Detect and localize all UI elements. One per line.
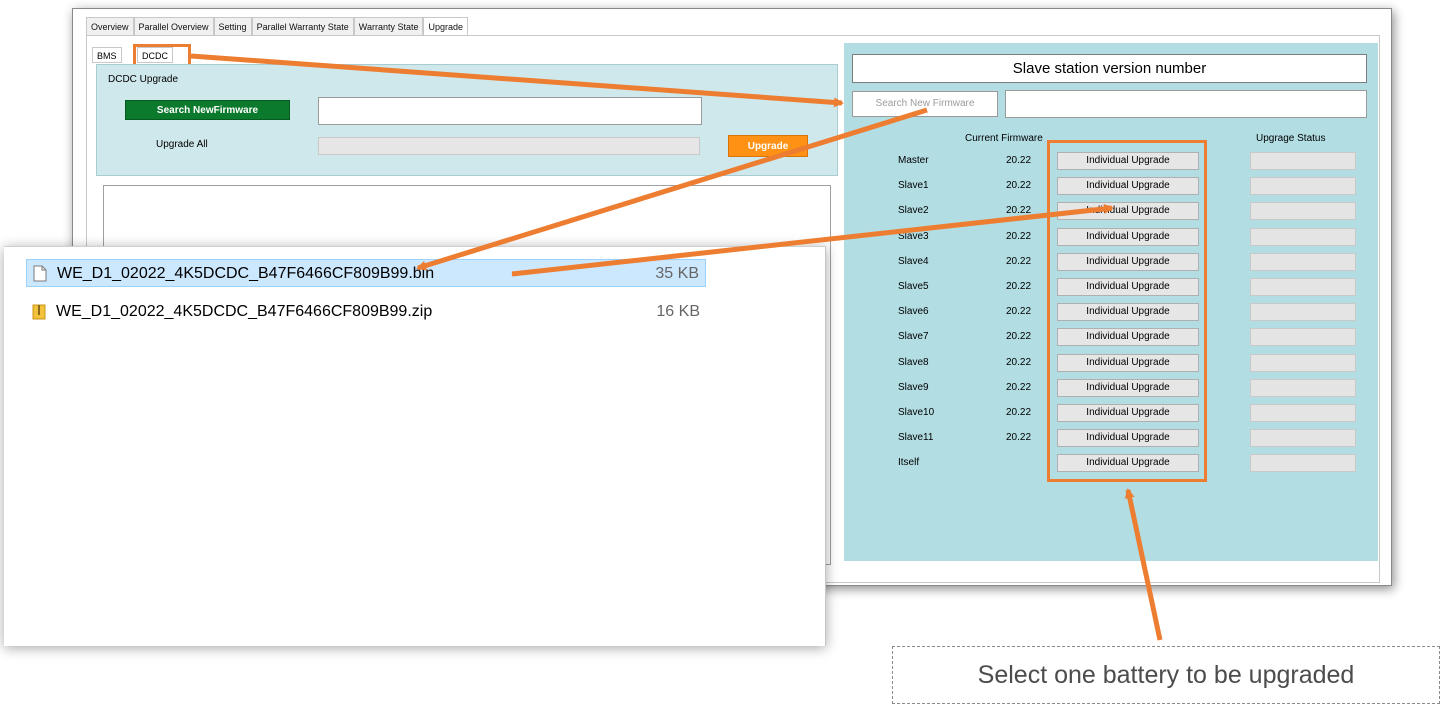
row-version: 20.22 xyxy=(1006,155,1032,166)
tab-parallel-warranty-state[interactable]: Parallel Warranty State xyxy=(251,17,354,36)
upgrade-status-box xyxy=(1250,253,1356,271)
tab-warranty-state[interactable]: Warranty State xyxy=(353,17,424,36)
file-row-bin[interactable]: WE_D1_02022_4K5DCDC_B47F6466CF809B99.bin… xyxy=(26,259,706,287)
upgrade-all-label: Upgrade All xyxy=(156,139,208,150)
row-version: 20.22 xyxy=(1006,407,1032,418)
upgrade-status-box xyxy=(1250,379,1356,397)
firmware-path-input[interactable] xyxy=(318,97,702,125)
row-version: 20.22 xyxy=(1006,231,1032,242)
search-new-firmware-button-right[interactable]: Search New Firmware xyxy=(852,91,998,117)
row-name: Slave1 xyxy=(898,180,929,191)
upgrade-status-box xyxy=(1250,152,1356,170)
upgrade-status-box xyxy=(1250,303,1356,321)
upgrade-status-box xyxy=(1250,278,1356,296)
row-name: Itself xyxy=(898,457,920,468)
upgrade-status-header: Upgrage Status xyxy=(1256,133,1326,144)
row-name: Master xyxy=(898,155,929,166)
upgrade-status-box xyxy=(1250,404,1356,422)
tab-setting[interactable]: Setting xyxy=(213,17,252,36)
row-name: Slave10 xyxy=(898,407,935,418)
row-version: 20.22 xyxy=(1006,256,1032,267)
file-row-zip[interactable]: WE_D1_02022_4K5DCDC_B47F6466CF809B99.zip… xyxy=(26,298,706,326)
file-icon xyxy=(33,265,47,282)
slave-version-title: Slave station version number xyxy=(852,54,1367,83)
tab-overview[interactable]: Overview xyxy=(86,17,134,36)
file-name: WE_D1_02022_4K5DCDC_B47F6466CF809B99.zip xyxy=(56,303,433,320)
row-name: Slave2 xyxy=(898,205,929,216)
row-name: Slave8 xyxy=(898,357,929,368)
upgrade-status-box xyxy=(1250,354,1356,372)
file-size: 35 KB xyxy=(655,265,699,282)
tab-parallel-overview[interactable]: Parallel Overview xyxy=(133,17,214,36)
row-name: Slave7 xyxy=(898,331,929,342)
row-name: Slave11 xyxy=(898,432,934,443)
upgrade-button[interactable]: Upgrade xyxy=(728,135,808,157)
current-firmware-header: Current Firmware xyxy=(965,133,1043,144)
annotation-caption: Select one battery to be upgraded xyxy=(892,646,1440,704)
row-version: 20.22 xyxy=(1006,281,1032,292)
subtab-bms[interactable]: BMS xyxy=(92,47,122,63)
row-name: Slave3 xyxy=(898,231,929,242)
row-name: Slave9 xyxy=(898,382,929,393)
row-version: 20.22 xyxy=(1006,357,1032,368)
row-name: Slave6 xyxy=(898,306,929,317)
row-version: 20.22 xyxy=(1006,180,1032,191)
row-name: Slave5 xyxy=(898,281,929,292)
file-size: 16 KB xyxy=(656,303,700,320)
search-new-firmware-button[interactable]: Search NewFirmware xyxy=(125,100,290,120)
tab-bar: Overview Parallel Overview Setting Paral… xyxy=(86,17,468,37)
upgrade-status-box xyxy=(1250,202,1356,220)
file-name: WE_D1_02022_4K5DCDC_B47F6466CF809B99.bin xyxy=(57,265,435,282)
zip-folder-icon xyxy=(32,304,46,320)
upgrade-status-box xyxy=(1250,228,1356,246)
row-name: Slave4 xyxy=(898,256,929,267)
row-version: 20.22 xyxy=(1006,432,1032,443)
upgrade-status-box xyxy=(1250,177,1356,195)
group-label: DCDC Upgrade xyxy=(108,74,179,85)
row-version: 20.22 xyxy=(1006,306,1032,317)
upgrade-status-box xyxy=(1250,429,1356,447)
tab-upgrade[interactable]: Upgrade xyxy=(423,17,468,37)
firmware-path-input-right[interactable] xyxy=(1005,90,1367,118)
row-version: 20.22 xyxy=(1006,205,1032,216)
row-version: 20.22 xyxy=(1006,382,1032,393)
row-version: 20.22 xyxy=(1006,331,1032,342)
upgrade-all-progress xyxy=(318,137,700,155)
individual-upgrade-highlight-box xyxy=(1047,140,1207,482)
upgrade-status-box xyxy=(1250,328,1356,346)
upgrade-status-box xyxy=(1250,454,1356,472)
